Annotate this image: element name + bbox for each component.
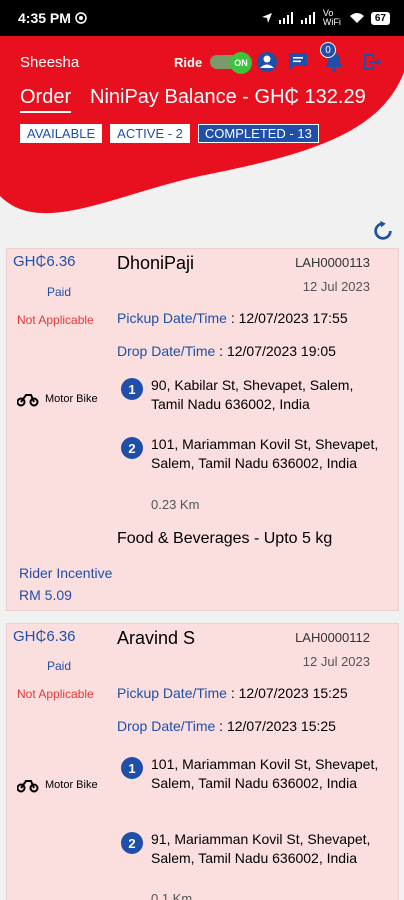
pickup-value: : 12/07/2023 17:55 (226, 310, 348, 326)
drop-row: Drop Date/Time : 12/07/2023 19:05 (117, 343, 336, 359)
pickup-label: Pickup Date/Time (117, 310, 227, 326)
stop-number: 2 (121, 832, 143, 854)
tab-order[interactable]: Order (20, 86, 72, 113)
chip-active[interactable]: ACTIVE - 2 (110, 124, 190, 143)
stop-number: 1 (121, 378, 143, 400)
order-status: Not Applicable (17, 313, 94, 327)
signal-icon-2 (300, 12, 315, 24)
clock-text: 4:35 PM (18, 10, 71, 26)
stop-1: 1 101, Mariamman Kovil St, Shevapet, Sal… (121, 755, 383, 793)
pickup-value: : 12/07/2023 15:25 (226, 685, 348, 701)
order-id: LAH0000112 (295, 630, 370, 645)
order-status: Not Applicable (17, 687, 94, 701)
drop-label: Drop Date/Time (117, 718, 216, 734)
refresh-icon[interactable] (372, 220, 394, 242)
stop-2: 2 101, Mariamman Kovil St, Shevapet, Sal… (121, 435, 383, 473)
motorbike-icon (17, 394, 39, 407)
order-price: GH₵6.36 (13, 628, 76, 645)
whatsapp-icon (75, 12, 87, 24)
balance-text: NiniPay Balance - GH₵ 132.29 (90, 86, 366, 108)
incentive-value: RM 5.09 (19, 587, 72, 603)
status-icons: Vo WiFi 67 (261, 9, 390, 27)
ride-label: Ride (174, 55, 203, 70)
drop-value: : 12/07/2023 19:05 (215, 343, 336, 359)
distance: 0.1 Km (151, 891, 193, 900)
drop-value: : 12/07/2023 15:25 (215, 718, 336, 734)
payment-status: Paid (47, 285, 72, 299)
motorbike-icon (17, 780, 39, 793)
incentive-label: Rider Incentive (19, 565, 113, 581)
signal-icon (278, 12, 293, 24)
vehicle-type: Motor Bike (17, 777, 98, 793)
vehicle-label: Motor Bike (45, 393, 98, 405)
vehicle-label: Motor Bike (45, 779, 98, 791)
drop-label: Drop Date/Time (117, 343, 216, 359)
chat-icon[interactable] (286, 50, 310, 74)
battery-icon: 67 (370, 11, 390, 25)
order-filter-chips: AVAILABLE ACTIVE - 2 COMPLETED - 13 (20, 124, 319, 143)
stop-number: 1 (121, 757, 143, 779)
payment-status: Paid (47, 659, 72, 673)
order-date: 12 Jul 2023 (302, 279, 370, 294)
app-header: Sheesha Ride ON 0 Order NiniPay Balance … (0, 36, 404, 216)
notification-badge: 0 (320, 42, 336, 58)
stop-1: 1 90, Kabilar St, Shevapet, Salem, Tamil… (121, 376, 383, 414)
status-time: 4:35 PM (18, 10, 87, 26)
pickup-row: Pickup Date/Time : 12/07/2023 17:55 (117, 310, 348, 326)
order-card[interactable]: GH₵6.36 Paid Not Applicable Motor Bike A… (6, 623, 399, 900)
stop-address: 101, Mariamman Kovil St, Shevapet, Salem… (151, 436, 379, 471)
pickup-row: Pickup Date/Time : 12/07/2023 15:25 (117, 685, 348, 701)
stop-address: 90, Kabilar St, Shevapet, Salem, Tamil N… (151, 377, 354, 412)
vowifi-text: Vo WiFi (322, 8, 341, 27)
order-card[interactable]: GH₵6.36 Paid Not Applicable Motor Bike D… (6, 248, 399, 611)
customer-name: Aravind S (117, 628, 196, 648)
stop-2: 2 91, Mariamman Kovil St, Shevapet, Sale… (121, 830, 383, 868)
profile-icon[interactable] (255, 50, 279, 74)
ride-toggle[interactable]: ON (210, 52, 252, 74)
goods-category: Food & Beverages - Upto 5 kg (117, 530, 333, 547)
vehicle-type: Motor Bike (17, 391, 98, 407)
customer-name: DhoniPaji (117, 253, 195, 273)
order-price: GH₵6.36 (13, 253, 76, 270)
toggle-knob: ON (230, 52, 252, 74)
brand-name: Sheesha (20, 54, 80, 71)
stop-address: 91, Mariamman Kovil St, Shevapet, Salem,… (151, 831, 371, 866)
wifi-icon (349, 13, 364, 23)
stop-address: 101, Mariamman Kovil St, Shevapet, Salem… (151, 756, 379, 791)
location-icon (261, 13, 272, 23)
logout-icon[interactable] (360, 50, 384, 74)
order-id: LAH0000113 (295, 255, 370, 270)
pickup-label: Pickup Date/Time (117, 685, 227, 701)
chip-available[interactable]: AVAILABLE (20, 124, 103, 143)
distance: 0.23 Km (151, 497, 200, 512)
drop-row: Drop Date/Time : 12/07/2023 15:25 (117, 718, 336, 734)
stop-number: 2 (121, 437, 143, 459)
chip-completed[interactable]: COMPLETED - 13 (197, 124, 319, 143)
status-bar: 4:35 PM Vo WiFi 67 (0, 0, 404, 36)
order-date: 12 Jul 2023 (302, 654, 370, 669)
